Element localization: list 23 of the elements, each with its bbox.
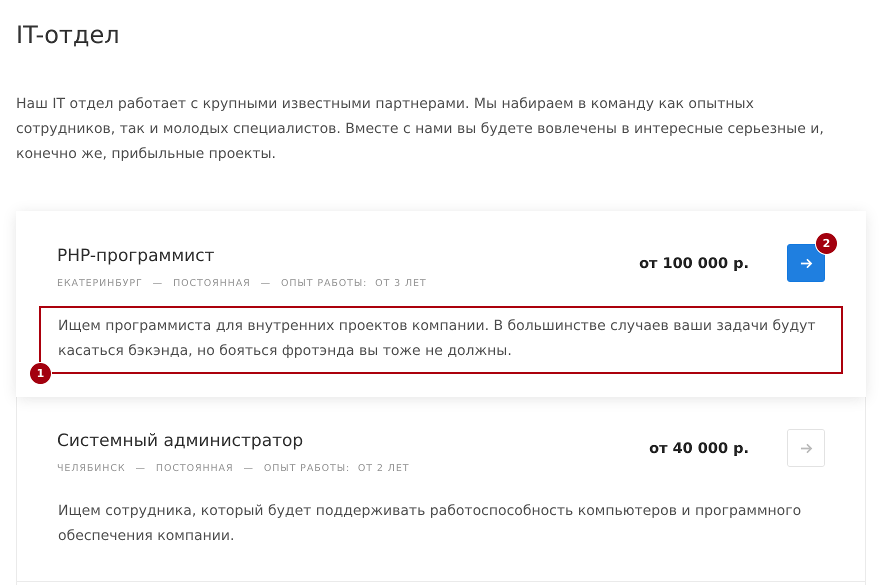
annotation-badge: 2 bbox=[815, 232, 838, 255]
job-description: Ищем сотрудника, который будет поддерживать работоспособность компьютеров и программного обеспечения компании. bbox=[57, 502, 802, 546]
intro-paragraph: Наш IT отдел работает с крупными известными партнерами. Мы набираем в команду как опытных сотрудников, так и молодых специалистов. Вместе с нами вы будете вовлечены в интересные серьезные и, конечно же, прибыльные проекты. bbox=[16, 95, 825, 164]
separator: — bbox=[152, 278, 164, 289]
job-title: Системный администратор bbox=[57, 430, 304, 453]
separator: — bbox=[136, 463, 146, 474]
job-meta: ЕКАТЕРИНБУРГ bbox=[57, 278, 143, 289]
job-title: PHP-программист bbox=[57, 245, 216, 268]
job-meta: ОПЫТ РАБОТЫ: ОТ 3 ЛЕТ bbox=[281, 278, 427, 289]
annotation-badge: 1 bbox=[29, 362, 52, 385]
separator: — bbox=[243, 463, 254, 474]
arrow-icon bbox=[800, 256, 812, 270]
job-meta: ЧЕЛЯБИНСК bbox=[57, 463, 126, 474]
job-meta: ПОСТОЯННАЯ bbox=[156, 463, 234, 474]
job-meta: ОПЫТ РАБОТЫ: ОТ 2 ЛЕТ bbox=[264, 463, 410, 474]
salary: от 40 000 р. bbox=[649, 441, 749, 457]
salary: от 100 000 р. bbox=[639, 256, 749, 272]
job-description: Ищем программиста для внутренних проектов компании. В большинстве случаев ваши задачи будут касаться бэкэнда, но бояться фротэнда вы тоже не должны. bbox=[58, 318, 816, 359]
separator: — bbox=[260, 278, 272, 289]
page-title: IT-отдел bbox=[16, 20, 121, 51]
job-meta: ПОСТОЯННАЯ bbox=[173, 278, 251, 289]
open-button[interactable] bbox=[787, 244, 825, 282]
arrow-icon bbox=[800, 442, 812, 454]
